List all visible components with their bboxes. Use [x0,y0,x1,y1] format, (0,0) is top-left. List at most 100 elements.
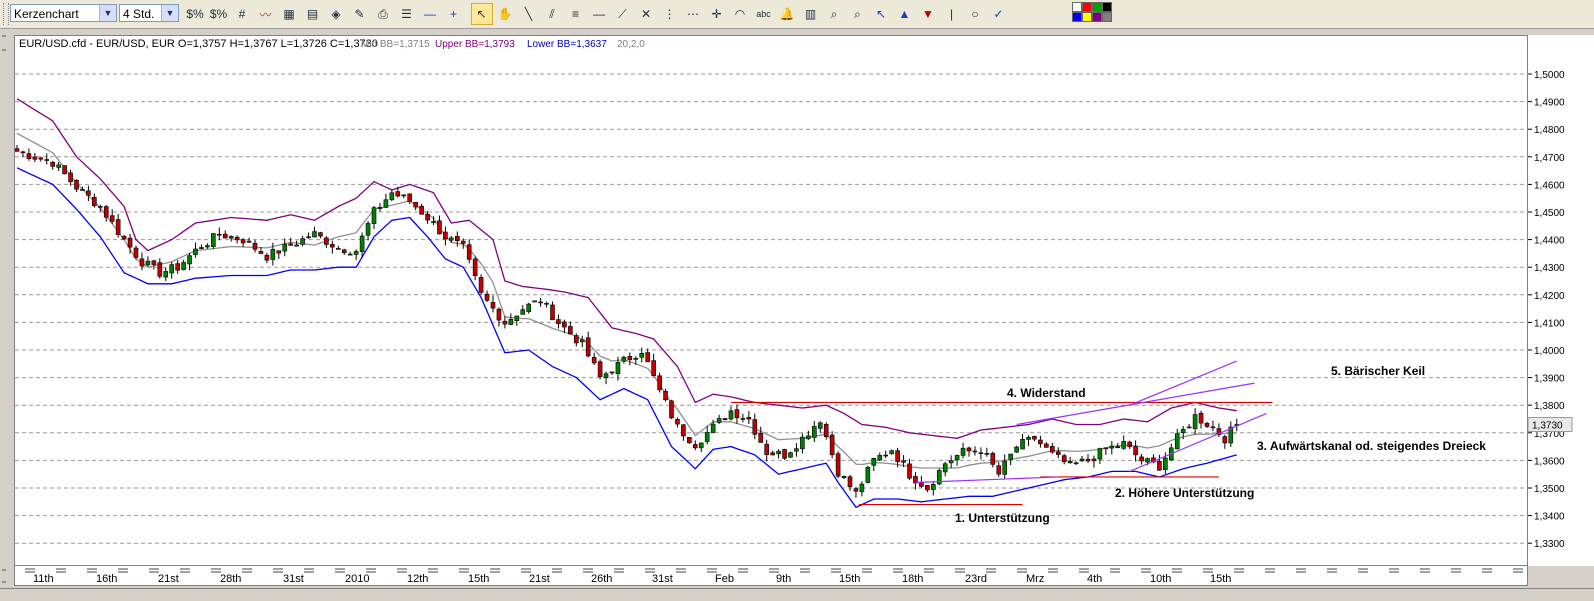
magnifier-reset-icon[interactable]: ⌕ [847,3,869,25]
color-swatch[interactable] [1102,12,1112,22]
color-swatch[interactable] [1092,12,1102,22]
horizontal-line-icon[interactable]: — [588,3,610,25]
checkmark-icon[interactable]: ✓ [988,3,1010,25]
time-axis[interactable]: 11th 16th 21st 28th 31st 2010 12th 15th 21st 26th… [14,566,1528,586]
cursor-icon[interactable]: ↖ [470,3,493,25]
price-tick-label: 1,5000 [1534,70,1565,81]
candle [324,236,329,248]
timeframe-select[interactable]: 4 Std. ▼ [119,4,179,22]
color-swatch[interactable] [1092,2,1102,12]
color-swatch[interactable] [1102,2,1112,12]
arrow-up-left-icon[interactable]: ↖ [870,3,892,25]
calculator-icon[interactable]: ▥ [800,3,822,25]
line-chart-icon[interactable]: 〰 [255,3,277,25]
chevron-down-icon[interactable]: ▼ [99,5,116,21]
candle [550,301,555,321]
price-axis-labels: 1,33001,34001,35001,36001,37001,38001,39… [1527,70,1573,550]
candle [371,205,377,229]
candle [20,150,26,158]
candle [228,235,234,242]
candle [669,399,674,419]
candle [1139,454,1144,465]
bell-icon[interactable]: 🔔 [776,3,798,25]
dollar-scale-icon[interactable]: $% [208,3,230,25]
candle [806,430,811,440]
arc-icon[interactable]: ◠ [729,3,751,25]
dollar-percent-icon[interactable]: $% [184,3,206,25]
parallel-tool-icon[interactable]: ⫽ [541,3,563,25]
chevron-down-icon[interactable]: ▼ [161,5,178,21]
layers-icon[interactable]: ◈ [325,3,347,25]
color-swatch[interactable] [1082,2,1092,12]
last-price-label: 1,3730 [1532,421,1563,432]
candle [621,355,627,364]
candle [264,253,270,264]
crosshair-icon[interactable]: ✛ [706,3,728,25]
candle [746,411,752,425]
annotation-line [1129,360,1237,406]
price-tick-label: 1,3600 [1534,456,1565,467]
candle [484,290,490,302]
dotted-lines-icon[interactable]: ⋯ [682,3,704,25]
color-swatch[interactable] [1072,2,1082,12]
time-tick-label: 16th [96,573,117,585]
hand-icon[interactable]: ✋ [494,3,516,25]
candle [871,457,877,472]
text-tool-icon[interactable]: abc [753,3,775,25]
circle-icon[interactable]: ○ [964,3,986,25]
time-tick-label: 21st [529,573,550,585]
candle [1002,454,1008,480]
annotation-label: 5. Bärischer Keil [1331,364,1425,378]
arrow-up-icon[interactable]: ▲ [894,3,916,25]
time-tick-label: Mrz [1026,573,1044,585]
candle [419,203,424,215]
price-chart[interactable]: 1. Unterstützung 2. Höhere Unterstützung 3… [15,36,1527,565]
properties-icon[interactable]: ☰ [396,3,418,25]
candle [996,462,1002,478]
cross-tool-icon[interactable]: ✕ [635,3,657,25]
candle [300,236,305,247]
color-swatch[interactable] [1082,12,1092,22]
grid-icon[interactable]: # [231,3,253,25]
candle [26,148,32,161]
magnifier-icon[interactable]: ⌕ [823,3,845,25]
toolbar-grip[interactable] [3,3,9,25]
vertical-lines-icon[interactable]: ⋮ [659,3,681,25]
gann-fan-icon[interactable]: ⟋ [612,3,634,25]
color-palette-icon[interactable] [1072,2,1116,24]
color-swatch[interactable] [1072,12,1082,22]
candle [306,232,311,239]
candle [1032,435,1037,442]
time-tick-label: 23rd [965,573,987,585]
candle [1073,461,1079,466]
zoom-out-icon[interactable]: — [419,3,441,25]
timeframe-value: 4 Std. [123,7,155,21]
line-tool-icon[interactable]: ╲ [518,3,540,25]
annotation-label: 2. Höhere Unterstützung [1115,486,1254,500]
candle [383,193,389,209]
candle [1085,454,1091,463]
candle [288,237,294,246]
candle [217,227,222,241]
chart-type-select[interactable]: Kerzenchart ▼ [10,4,117,22]
candle [764,439,770,462]
candle [1216,423,1222,437]
arrow-down-icon[interactable]: ▼ [917,3,939,25]
price-tick-label: 1,3500 [1534,484,1565,495]
price-axis[interactable]: 1,3300 1,3400 1,3500 1,3600 1,3700 1,3800 1,39… [1527,35,1594,566]
candle [948,455,954,468]
print-icon[interactable]: ⎙ [372,3,394,25]
drawings-icon[interactable]: ✎ [349,3,371,25]
candle [984,447,990,457]
candle [544,301,549,308]
templates-icon[interactable]: ▤ [302,3,324,25]
zoom-in-icon[interactable]: + [443,3,465,25]
candle [377,203,383,212]
chart-area[interactable]: 1. Unterstützung 2. Höhere Unterstützung 3… [14,35,1528,566]
candle [538,298,543,307]
candle [437,215,442,235]
candle [1055,447,1061,459]
chart-window-icon[interactable]: ▦ [278,3,300,25]
candle [800,433,805,454]
fibonacci-icon[interactable]: ≡ [565,3,587,25]
